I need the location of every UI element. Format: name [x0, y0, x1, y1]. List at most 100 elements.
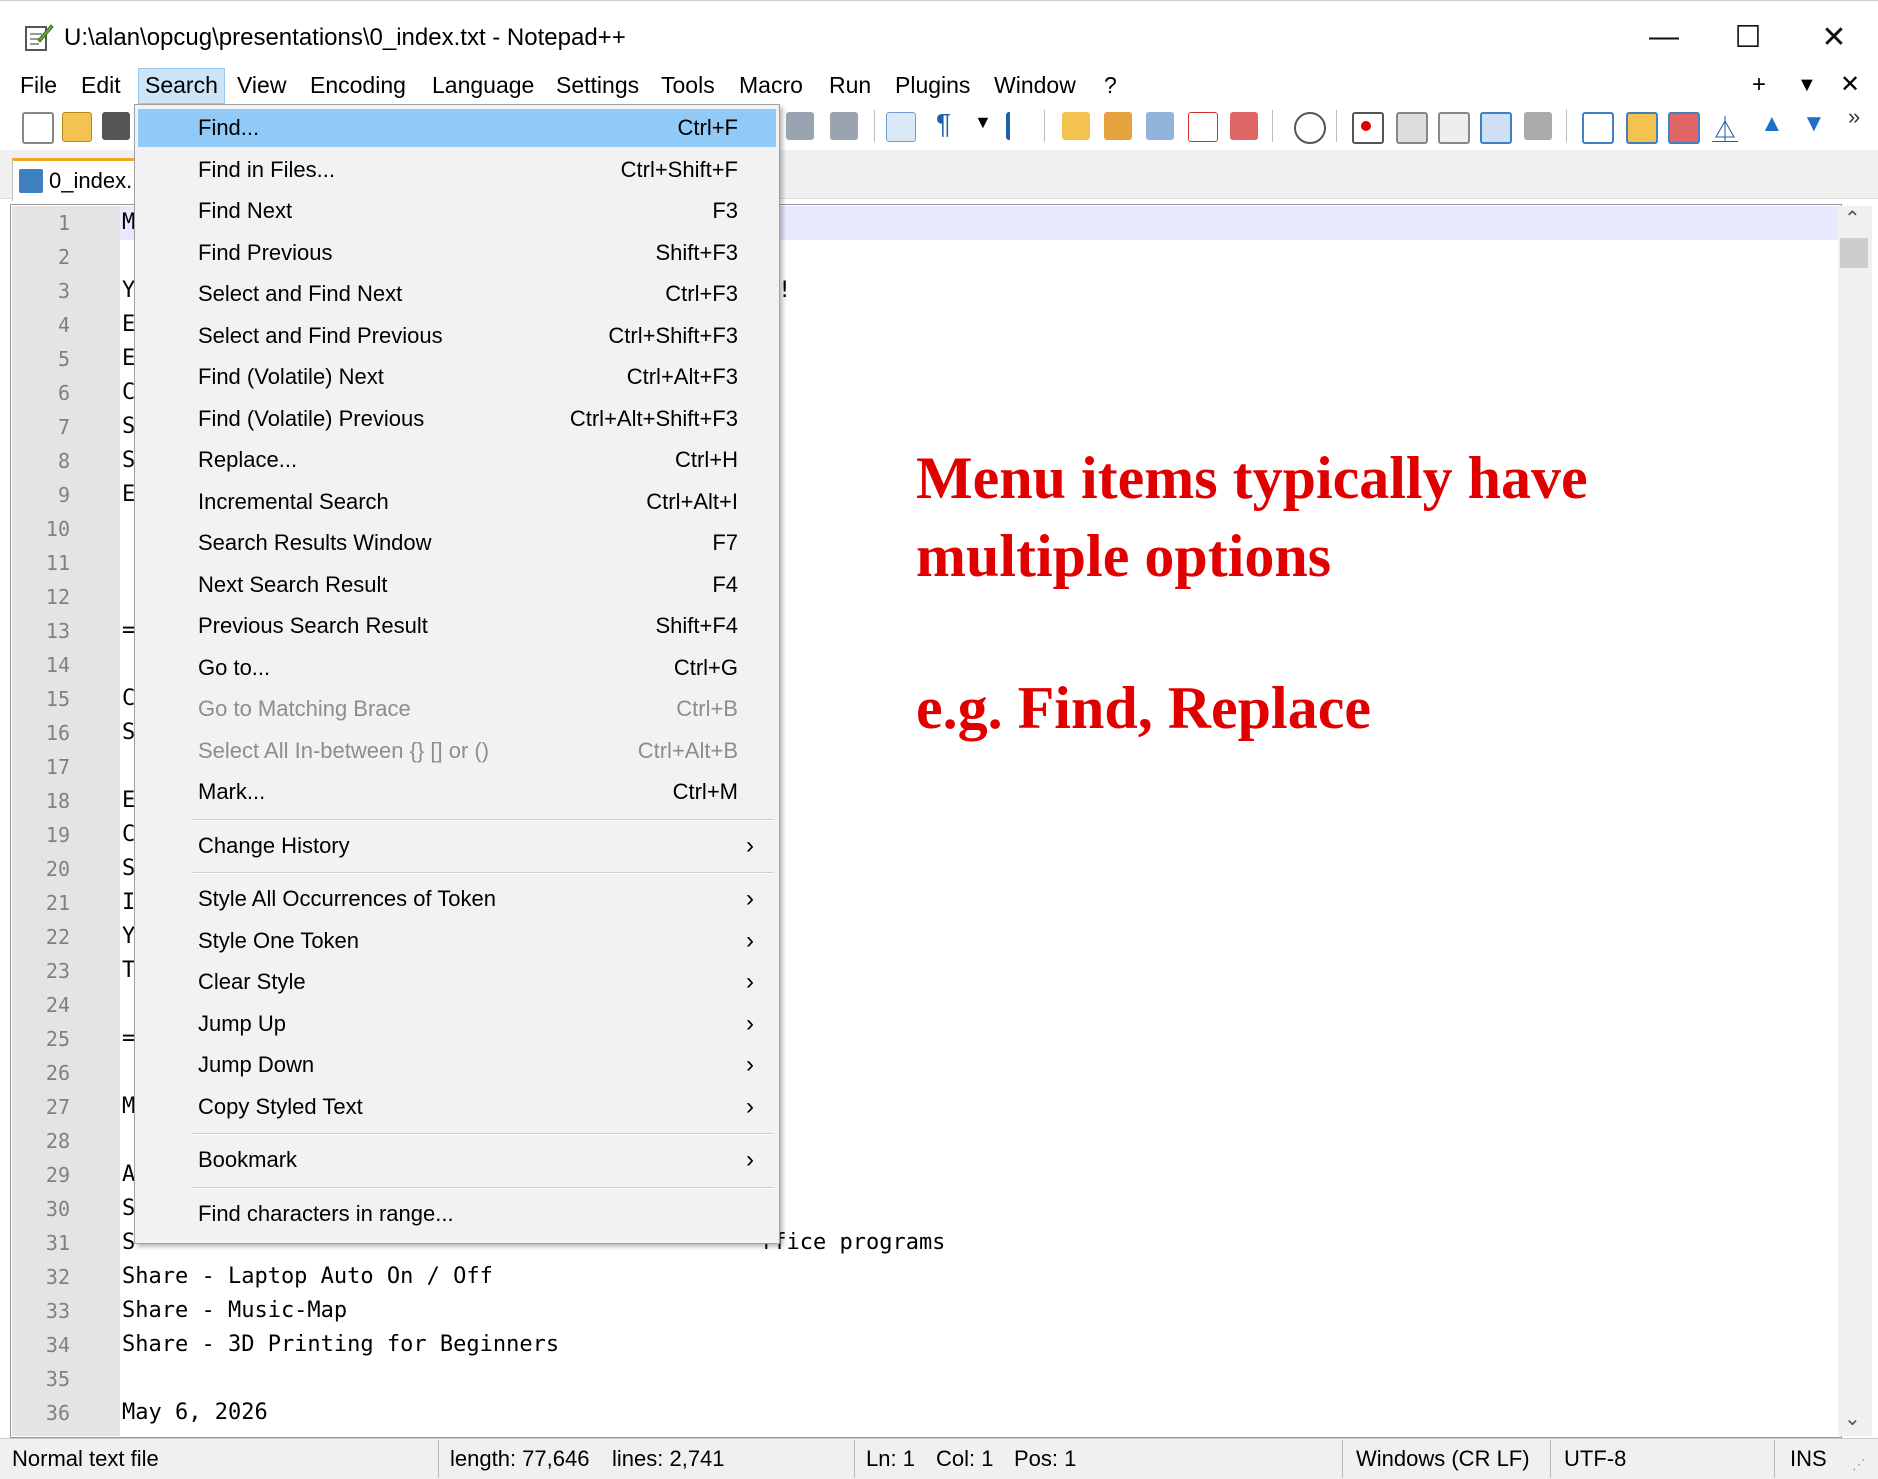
list-remove-icon[interactable] [1668, 112, 1700, 144]
menu-item-find[interactable]: Find... Ctrl+F [138, 109, 776, 147]
line-number: 22 [45, 925, 70, 949]
menu-item-label: Find... [198, 115, 260, 140]
menu-item-find-previous[interactable]: Find Previous Shift+F3 [138, 234, 776, 272]
document-tab[interactable]: 0_index. [12, 158, 140, 201]
menu-item-style-all-occurrences-of-token[interactable]: Style All Occurrences of Token › [138, 880, 776, 918]
menu-item-go-to[interactable]: Go to... Ctrl+G [138, 649, 776, 687]
save-icon[interactable] [102, 112, 130, 140]
zoom-in-icon[interactable] [786, 112, 814, 140]
line-number: 10 [45, 517, 70, 541]
menu-item-search-results-window[interactable]: Search Results Window F7 [138, 524, 776, 562]
menu-item-find-volatile-previous[interactable]: Find (Volatile) Previous Ctrl+Alt+Shift+F… [138, 400, 776, 438]
menu-item-find-in-files[interactable]: Find in Files... Ctrl+Shift+F [138, 151, 776, 189]
menu-item-label: Style All Occurrences of Token [198, 886, 496, 911]
menu-edit[interactable]: Edit [75, 68, 127, 102]
menu-item-shortcut: Ctrl+Alt+B [637, 737, 738, 763]
status-separator [438, 1440, 439, 1478]
folder-as-workspace-icon[interactable] [1188, 112, 1218, 142]
line-number: 32 [45, 1265, 70, 1289]
status-eol[interactable]: Windows (CR LF) [1356, 1444, 1530, 1474]
status-insert-mode[interactable]: INS [1790, 1444, 1827, 1474]
vertical-scrollbar[interactable] [1838, 206, 1872, 1436]
menu-item-select-and-find-previous[interactable]: Select and Find Previous Ctrl+Shift+F3 [138, 317, 776, 355]
close-button[interactable]: ✕ [1804, 14, 1864, 60]
resize-grip-icon[interactable]: ⋰ [1852, 1456, 1866, 1473]
menu-item-copy-styled-text[interactable]: Copy Styled Text › [138, 1088, 776, 1126]
close-document-icon[interactable]: ✕ [1840, 68, 1860, 102]
menu-view[interactable]: View [231, 68, 292, 102]
minimize-button[interactable]: — [1634, 14, 1694, 60]
line-number: 6 [57, 381, 70, 405]
word-wrap-icon[interactable] [886, 112, 916, 142]
new-file-icon[interactable] [22, 112, 54, 144]
menu-item-shortcut: Ctrl+F [677, 115, 739, 140]
menu-item-jump-up[interactable]: Jump Up › [138, 1005, 776, 1043]
move-up-icon[interactable]: ▲ [1760, 110, 1784, 138]
menu-item-shortcut: Ctrl+Alt+F3 [626, 364, 738, 389]
toolbar-overflow-icon[interactable]: » [1848, 104, 1860, 130]
scrollbar-thumb[interactable] [1840, 238, 1868, 268]
line-number: 23 [45, 959, 70, 983]
line-number: 26 [45, 1061, 70, 1085]
scroll-up-icon[interactable]: ⌃ [1844, 206, 1861, 231]
toolbar-separator [1272, 110, 1273, 142]
menu-item-incremental-search[interactable]: Incremental Search Ctrl+Alt+I [138, 483, 776, 521]
new-tab-plus-icon[interactable]: + [1752, 68, 1766, 102]
collapse-icon[interactable]: ⏅ [1712, 110, 1738, 147]
save-macro-icon[interactable] [1524, 112, 1552, 140]
list-icon[interactable] [1626, 112, 1658, 144]
menu-language[interactable]: Language [426, 68, 540, 102]
menu-item-style-one-token[interactable]: Style One Token › [138, 922, 776, 960]
monitoring-eye-icon[interactable] [1294, 112, 1326, 144]
indent-guide-icon[interactable] [1006, 112, 1038, 140]
menu-encoding[interactable]: Encoding [304, 68, 412, 102]
menu-macro[interactable]: Macro [733, 68, 809, 102]
menu-item-find-volatile-next[interactable]: Find (Volatile) Next Ctrl+Alt+F3 [138, 358, 776, 396]
menu-window[interactable]: Window [988, 68, 1082, 102]
menu-item-replace[interactable]: Replace... Ctrl+H [138, 441, 776, 479]
function-list-icon[interactable] [1146, 112, 1174, 140]
menu-item-label: Mark... [198, 779, 266, 804]
dropdown-arrow-icon[interactable]: ▼ [974, 112, 992, 133]
show-all-characters-icon[interactable]: ¶ [936, 108, 951, 140]
insert-icon[interactable] [1582, 112, 1614, 144]
user-language-icon[interactable] [1062, 112, 1090, 140]
folder-icon[interactable] [1230, 112, 1258, 140]
status-encoding[interactable]: UTF-8 [1564, 1444, 1626, 1474]
move-down-icon[interactable]: ▼ [1802, 110, 1826, 138]
menu-run[interactable]: Run [823, 68, 877, 102]
menu-item-mark[interactable]: Mark... Ctrl+M [138, 773, 776, 811]
menu-item-select-and-find-next[interactable]: Select and Find Next Ctrl+F3 [138, 275, 776, 313]
menu-item-jump-down[interactable]: Jump Down › [138, 1046, 776, 1084]
menu-item-find-characters-in-range[interactable]: Find characters in range... [138, 1195, 776, 1233]
menu-tools[interactable]: Tools [655, 68, 721, 102]
line-number: 9 [57, 483, 70, 507]
scroll-down-icon[interactable]: ⌄ [1844, 1406, 1861, 1431]
document-map-icon[interactable] [1104, 112, 1132, 140]
menu-search[interactable]: Search [138, 68, 225, 104]
menu-item-label: Go to Matching Brace [198, 696, 411, 721]
menu-item-bookmark[interactable]: Bookmark › [138, 1141, 776, 1179]
menu-item-clear-style[interactable]: Clear Style › [138, 963, 776, 1001]
tab-list-down-icon[interactable]: ▼ [1797, 68, 1817, 102]
menu-help[interactable]: ? [1098, 68, 1123, 102]
open-file-icon[interactable] [62, 112, 92, 142]
run-macro-multiple-icon[interactable] [1480, 112, 1512, 144]
line-number: 30 [45, 1197, 70, 1221]
maximize-button[interactable]: ☐ [1718, 14, 1778, 60]
menu-plugins[interactable]: Plugins [889, 68, 976, 102]
status-separator [1550, 1440, 1551, 1478]
menu-settings[interactable]: Settings [550, 68, 645, 102]
menu-item-find-next[interactable]: Find Next F3 [138, 192, 776, 230]
menu-item-next-search-result[interactable]: Next Search Result F4 [138, 566, 776, 604]
line-number: 5 [57, 347, 70, 371]
zoom-out-icon[interactable] [830, 112, 858, 140]
stop-macro-icon[interactable] [1396, 112, 1428, 144]
record-macro-icon[interactable] [1352, 112, 1384, 144]
menu-item-previous-search-result[interactable]: Previous Search Result Shift+F4 [138, 607, 776, 645]
saved-file-icon [19, 169, 43, 193]
play-macro-icon[interactable] [1438, 112, 1470, 144]
menu-item-shortcut: F7 [712, 530, 738, 555]
menu-file[interactable]: File [14, 68, 63, 102]
menu-item-change-history[interactable]: Change History › [138, 827, 776, 865]
